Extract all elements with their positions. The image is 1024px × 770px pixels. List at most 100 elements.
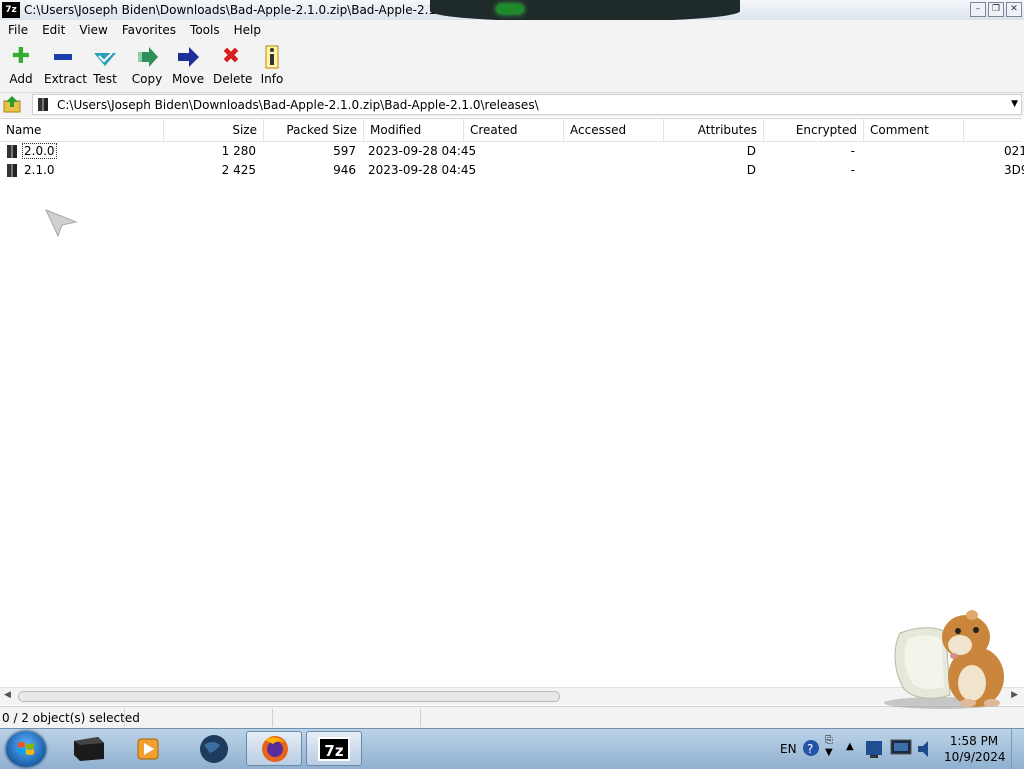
- folder-app-button[interactable]: [62, 731, 118, 766]
- file-crc: 021: [1004, 144, 1024, 158]
- table-row[interactable]: 2.1.0 2 425 946 2023-09-28 04:45 D - 3D9: [0, 161, 1024, 180]
- firefox-icon: [262, 736, 288, 762]
- copy-button[interactable]: Copy: [131, 44, 163, 86]
- 7zip-app-button[interactable]: 7z: [306, 731, 362, 766]
- windows-logo-icon: [18, 742, 34, 755]
- info-label: Info: [260, 72, 284, 86]
- column-encrypted[interactable]: Encrypted: [764, 119, 864, 141]
- info-icon: [259, 44, 285, 70]
- svg-text:?: ?: [807, 742, 813, 756]
- file-packed-size: 946: [333, 163, 356, 177]
- green-gem-icon: [496, 4, 524, 14]
- file-size: 1 280: [221, 144, 256, 158]
- test-button[interactable]: Test: [91, 44, 119, 86]
- menu-edit[interactable]: Edit: [35, 23, 72, 37]
- window-title: C:\Users\Joseph Biden\Downloads\Bad-Appl…: [24, 3, 486, 17]
- address-input[interactable]: C:\Users\Joseph Biden\Downloads\Bad-Appl…: [32, 94, 1022, 115]
- column-headers: Name Size Packed Size Modified Created A…: [0, 118, 1022, 142]
- extract-label: Extract: [44, 72, 87, 86]
- table-row[interactable]: 2.0.0 1 280 597 2023-09-28 04:45 D - 021: [0, 142, 1024, 161]
- status-divider: [420, 709, 421, 727]
- file-encrypted: -: [850, 163, 855, 177]
- info-button[interactable]: Info: [259, 44, 285, 86]
- language-indicator[interactable]: EN: [780, 729, 797, 769]
- column-size[interactable]: Size: [164, 119, 264, 141]
- globe-app-button[interactable]: [186, 731, 242, 766]
- column-name[interactable]: Name: [0, 119, 164, 141]
- input-method-icon[interactable]: ⎘ ▼: [825, 735, 833, 763]
- scrollbar-thumb[interactable]: [18, 691, 560, 702]
- column-extra[interactable]: [964, 119, 1022, 141]
- mouse-pointer-icon: [45, 209, 78, 238]
- folder-app-icon: [74, 737, 104, 761]
- help-icon[interactable]: ?: [802, 739, 820, 757]
- menu-favorites[interactable]: Favorites: [115, 23, 183, 37]
- check-icon: [92, 44, 118, 70]
- column-comment[interactable]: Comment: [864, 119, 964, 141]
- file-name: 2.1.0: [24, 163, 55, 177]
- delete-button[interactable]: ✖ Delete: [213, 44, 253, 86]
- column-created[interactable]: Created: [464, 119, 564, 141]
- firefox-app-button[interactable]: [246, 731, 302, 766]
- file-packed-size: 597: [333, 144, 356, 158]
- taskbar: 7z EN ? ⎘ ▼ ▲ 1:58 PM 10/9/2024: [0, 728, 1024, 769]
- delete-label: Delete: [213, 72, 253, 86]
- move-button[interactable]: Move: [172, 44, 204, 86]
- file-crc: 3D9: [1004, 163, 1024, 177]
- add-button[interactable]: ✚ Add: [7, 44, 35, 86]
- window-controls: – ❐ ✕: [970, 2, 1022, 17]
- menu-file[interactable]: File: [0, 23, 35, 37]
- minus-icon: [50, 44, 76, 70]
- chevron-down-icon[interactable]: ▼: [1011, 99, 1018, 109]
- file-size: 2 425: [221, 163, 256, 177]
- column-modified[interactable]: Modified: [364, 119, 464, 141]
- add-label: Add: [9, 72, 33, 86]
- column-attributes[interactable]: Attributes: [664, 119, 764, 141]
- close-button[interactable]: ✕: [1006, 2, 1022, 17]
- file-name: 2.0.0: [22, 143, 57, 159]
- status-divider: [124, 709, 125, 727]
- column-packed-size[interactable]: Packed Size: [264, 119, 364, 141]
- file-attributes: D: [746, 163, 756, 177]
- media-player-icon: [137, 738, 159, 760]
- restore-button[interactable]: ❐: [988, 2, 1004, 17]
- menu-view[interactable]: View: [72, 23, 114, 37]
- title-bar-decoration: [430, 0, 740, 22]
- file-encrypted: -: [850, 144, 855, 158]
- display-icon[interactable]: [890, 737, 914, 761]
- status-divider: [272, 709, 273, 727]
- plus-icon: ✚: [11, 44, 31, 69]
- file-attributes: D: [746, 144, 756, 158]
- 7zip-icon: 7z: [318, 737, 350, 761]
- horizontal-scrollbar[interactable]: ◀ ▶: [0, 687, 1024, 705]
- system-clock[interactable]: 1:58 PM 10/9/2024: [944, 733, 1006, 765]
- menu-help[interactable]: Help: [227, 23, 268, 37]
- zip-icon: [38, 98, 48, 111]
- double-arrow-icon: [134, 44, 160, 70]
- arrow-right-icon: [175, 44, 201, 70]
- scroll-right-icon[interactable]: ▶: [1011, 690, 1018, 700]
- title-bar: 7z C:\Users\Joseph Biden\Downloads\Bad-A…: [0, 0, 1024, 22]
- extract-button[interactable]: Extract: [44, 44, 87, 86]
- media-player-app-button[interactable]: [122, 731, 178, 766]
- app-icon: 7z: [2, 2, 20, 18]
- x-icon: ✖: [221, 44, 241, 69]
- selection-status: 0 / 2 object(s) selected: [2, 711, 140, 725]
- show-desktop-button[interactable]: [1011, 729, 1024, 769]
- network-icon[interactable]: [864, 737, 884, 761]
- toolbar: ✚ Add Extract Test Copy Move ✖ Delete In…: [0, 40, 1024, 93]
- start-button[interactable]: [6, 731, 46, 767]
- scroll-left-icon[interactable]: ◀: [4, 690, 11, 700]
- folder-icon: [7, 145, 17, 158]
- file-modified: 2023-09-28 04:45: [368, 144, 477, 158]
- clock-date: 10/9/2024: [944, 750, 1006, 764]
- tray-expand-icon[interactable]: ▲: [846, 741, 854, 755]
- move-label: Move: [172, 72, 205, 86]
- address-bar: C:\Users\Joseph Biden\Downloads\Bad-Appl…: [0, 93, 1024, 117]
- up-folder-button[interactable]: [3, 95, 23, 114]
- minimize-button[interactable]: –: [970, 2, 986, 17]
- status-bar: 0 / 2 object(s) selected: [0, 706, 1024, 729]
- column-accessed[interactable]: Accessed: [564, 119, 664, 141]
- volume-icon[interactable]: [916, 737, 936, 761]
- menu-tools[interactable]: Tools: [183, 23, 227, 37]
